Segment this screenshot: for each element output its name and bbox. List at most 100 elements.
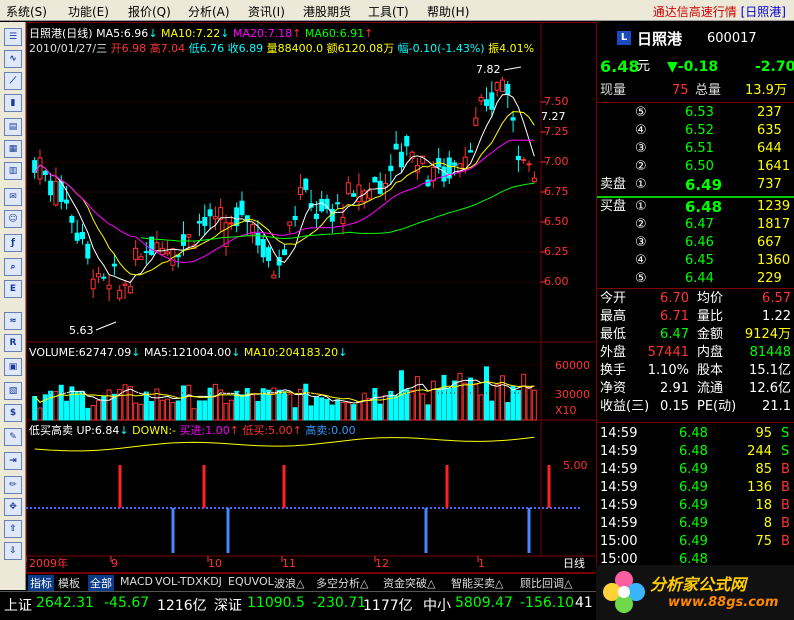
tab-equvol[interactable]: EQUVOL (228, 575, 274, 588)
move-icon[interactable]: ✥ (4, 498, 22, 516)
sh-index-name[interactable]: 上证 (4, 595, 32, 615)
volume-bar (356, 401, 362, 421)
sme-index-name[interactable]: 中小 (423, 595, 451, 615)
menu-info[interactable]: 资讯(I) (248, 3, 285, 20)
table-icon[interactable]: ▦ (4, 140, 22, 158)
tab-capital-breakout[interactable]: 资金突破△ (383, 575, 435, 591)
stat-value: 0.15 (660, 399, 689, 414)
menu-tools[interactable]: 工具(T) (368, 3, 409, 20)
search-icon[interactable]: ⌕ (4, 258, 22, 276)
total-vol: 13.9万 (745, 83, 787, 98)
monitor-icon[interactable]: ▣ (4, 358, 22, 376)
date-tick: 9 (111, 557, 118, 570)
volume-bar (510, 386, 516, 421)
watermark-title: 分析家公式网 (650, 575, 747, 594)
rsi-icon[interactable]: R (4, 334, 22, 352)
line-chart-icon[interactable]: ⟋ (4, 72, 22, 90)
menu-function[interactable]: 功能(E) (68, 3, 109, 20)
tick-side: B (781, 534, 790, 549)
low-arrow (95, 321, 117, 331)
minute-chart-icon[interactable]: ∿ (4, 50, 22, 68)
buy-row: ③ 6.46 667 (597, 234, 794, 252)
formula-icon[interactable]: ƒ (4, 234, 22, 252)
tick-volume: 244 (747, 444, 772, 459)
tick-price: 6.49 (679, 534, 708, 549)
stat-label: 流通 (697, 381, 724, 396)
candle-body (313, 213, 319, 220)
draw-icon[interactable]: ✏ (4, 476, 22, 494)
total-vol-label: 总量 (695, 83, 722, 98)
etf-icon[interactable]: E (4, 280, 22, 298)
sector-icon[interactable]: ▥ (4, 162, 22, 180)
report-icon[interactable]: ▤ (4, 118, 22, 136)
menu-quote[interactable]: 报价(Q) (128, 3, 171, 20)
menu-help[interactable]: 帮助(H) (427, 3, 469, 20)
tab-all[interactable]: 全部 (88, 575, 114, 591)
last-price: 6.48 (600, 57, 640, 76)
volume-bar (42, 394, 48, 421)
tab-gmma[interactable]: 顾比回调△ (520, 575, 572, 591)
volume-bar (165, 398, 171, 421)
stat-label: 金额 (697, 327, 724, 342)
menu-hk-futures[interactable]: 港股期货 (303, 3, 351, 20)
info-volume: 量88400.0 (266, 42, 324, 55)
tab-indicator[interactable]: 指标 (28, 575, 54, 591)
stat-label: 内盘 (697, 345, 724, 360)
candle-body (335, 202, 341, 205)
left-toolbar: ☰ ∿ ⟋ ▮ ▤ ▦ ▥ ✉ ☺ ƒ ⌕ E ≈ R ▣ ▧ $ ✎ ⇥ ✏ … (0, 22, 26, 590)
buy-level: ① (635, 199, 647, 214)
quote-list-icon[interactable]: ☰ (4, 28, 22, 46)
stat-value: 6.70 (660, 291, 689, 306)
quote-panel: L 日照港 600017 6.48 元 ▼-0.18 -2.70 现量 75 总… (597, 22, 794, 590)
tab-template[interactable]: 模板 (58, 575, 80, 591)
menu-analysis[interactable]: 分析(A) (188, 3, 230, 20)
volume-row: 现量 75 总量 13.9万 (597, 82, 794, 100)
ma5-label: MA5:6.96 (96, 27, 149, 40)
tab-macd[interactable]: MACD (120, 575, 153, 588)
stats-row: 今开 6.70 均价 6.57 (597, 290, 794, 308)
info-icon[interactable]: ✉ (4, 188, 22, 206)
panel-divider (597, 102, 794, 103)
chart-area[interactable] (26, 22, 597, 573)
stats-icon[interactable]: ▧ (4, 382, 22, 400)
candle-body (526, 163, 532, 166)
users-icon[interactable]: ☺ (4, 210, 22, 228)
volume-bar (143, 391, 149, 421)
up-arrow-icon[interactable]: ⇧ (4, 520, 22, 538)
price-unit: 元 (637, 59, 651, 74)
quote-title-row: L 日照港 600017 (597, 30, 794, 50)
candle-body (287, 221, 293, 226)
candle-body (292, 215, 298, 220)
tick-row: 14:59 6.49 18 B (597, 497, 794, 515)
tick-row: 14:59 6.49 136 B (597, 479, 794, 497)
candle-body (489, 92, 495, 110)
tools-icon[interactable]: ✎ (4, 428, 22, 446)
chart-info-line: 2010/01/27/三 开6.98 高7.04 低6.76 收6.89 量88… (29, 42, 534, 55)
tick-volume: 85 (755, 462, 772, 477)
info-high: 高7.04 (149, 42, 186, 55)
info-change: 幅-0.10(-1.43%) (397, 42, 485, 55)
down-arrow-icon[interactable]: ⇩ (4, 542, 22, 560)
volume-bar (282, 391, 287, 421)
tab-wave[interactable]: 波浪△ (274, 575, 304, 591)
indicator-buyin: 买进:1.00 (179, 424, 230, 437)
period-label[interactable]: 日线 (563, 557, 585, 570)
kline-icon[interactable]: ▮ (4, 94, 22, 112)
exit-icon[interactable]: ⇥ (4, 452, 22, 470)
sz-index-name[interactable]: 深证 (214, 595, 242, 615)
tab-long-short[interactable]: 多空分析△ (316, 575, 368, 591)
tick-time: 14:59 (600, 516, 638, 531)
indicator-highsell: 高卖:0.00 (305, 424, 356, 437)
flower-logo-icon (603, 571, 645, 613)
buy-price: 6.48 (685, 198, 723, 216)
indicator-icon[interactable]: ≈ (4, 312, 22, 330)
tab-vol-tdx[interactable]: VOL-TDX (155, 575, 203, 588)
tab-smart-trade[interactable]: 智能买卖△ (451, 575, 503, 591)
sme-index-change: -156.10 (520, 595, 575, 611)
money-icon[interactable]: $ (4, 404, 22, 422)
tab-kdj[interactable]: KDJ (203, 575, 222, 588)
stat-value: 81448 (749, 345, 791, 360)
candle-body (393, 143, 399, 150)
buy-level: ⑤ (635, 271, 647, 286)
menu-system[interactable]: 系统(S) (6, 3, 47, 20)
